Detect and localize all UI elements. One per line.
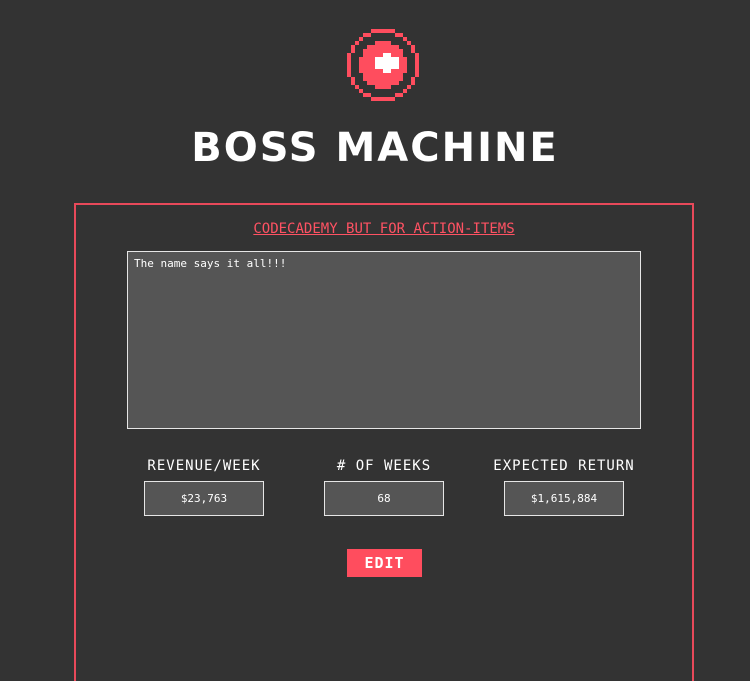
app-title: BOSS MACHINE [191, 125, 559, 171]
expected-return-value: $1,615,884 [504, 481, 624, 516]
edit-button[interactable]: EDIT [347, 549, 422, 577]
logo-icon [347, 29, 419, 101]
idea-name-link[interactable]: CODECADEMY BUT FOR ACTION-ITEMS [76, 219, 692, 239]
page: BOSS MACHINE CODECADEMY BUT FOR ACTION-I… [0, 0, 750, 681]
number-of-weeks-label: # OF WEEKS [336, 458, 432, 474]
metric-revenue-per-week: REVENUE/WEEK $23,763 [114, 457, 294, 516]
revenue-per-week-label: REVENUE/WEEK [147, 458, 261, 474]
idea-panel: CODECADEMY BUT FOR ACTION-ITEMS The name… [74, 203, 694, 681]
metric-number-of-weeks: # OF WEEKS 68 [294, 457, 474, 516]
number-of-weeks-value: 68 [324, 481, 444, 516]
revenue-per-week-value: $23,763 [144, 481, 264, 516]
expected-return-label: EXPECTED RETURN [493, 458, 635, 474]
idea-description: The name says it all!!! [127, 251, 641, 429]
metric-expected-return: EXPECTED RETURN $1,615,884 [474, 457, 654, 516]
